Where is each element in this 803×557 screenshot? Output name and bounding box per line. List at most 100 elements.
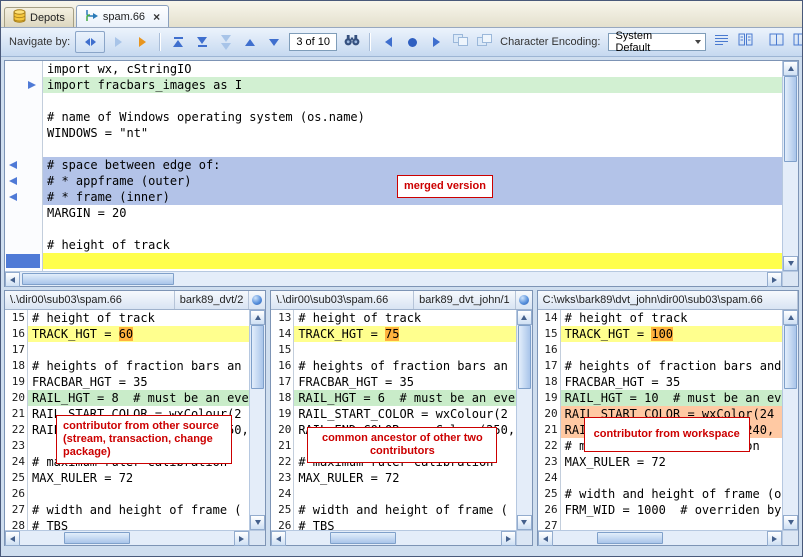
tab-depots[interactable]: Depots	[4, 7, 74, 27]
scroll-right-button[interactable]	[767, 272, 782, 287]
scrollbar-corner	[249, 530, 265, 545]
scrollbar-track[interactable]	[130, 531, 234, 545]
encoding-select[interactable]: System Default	[608, 33, 706, 51]
scroll-right-button[interactable]	[501, 531, 516, 546]
current-difference-button[interactable]	[401, 32, 423, 52]
tab-label: spam.66	[103, 11, 145, 23]
file-path: C:\wks\bark89\dvt_john\dir00\sub03\spam.…	[538, 291, 798, 309]
scrollbar-track[interactable]	[517, 389, 532, 515]
arrow-up-to-bar-icon	[173, 37, 183, 47]
vertical-scrollbar[interactable]	[782, 310, 798, 530]
previous-file-button[interactable]	[377, 32, 399, 52]
line-number: 19	[271, 406, 294, 422]
scroll-up-button[interactable]	[783, 61, 798, 76]
horizontal-scrollbar[interactable]	[538, 530, 782, 545]
line-number: 23	[271, 470, 294, 486]
previous-difference-button[interactable]	[239, 32, 261, 52]
line-number: 15	[538, 326, 561, 342]
scrollbar-thumb[interactable]	[64, 532, 130, 544]
line-number: 27	[5, 502, 28, 518]
scroll-right-icon	[772, 536, 777, 542]
close-tab-icon[interactable]: ×	[153, 12, 160, 22]
next-file-button[interactable]	[425, 32, 447, 52]
take-change-marker-icon[interactable]	[28, 81, 36, 89]
find-button[interactable]	[341, 32, 363, 52]
vertical-scrollbar[interactable]	[516, 310, 532, 530]
scroll-up-button[interactable]	[250, 310, 265, 325]
version-name: bark89_dvt_john/1	[414, 291, 516, 309]
scroll-down-button[interactable]	[783, 515, 798, 530]
code-line	[43, 253, 782, 269]
scroll-up-button[interactable]	[517, 310, 532, 325]
scroll-left-icon	[10, 536, 15, 542]
line-number: 16	[538, 342, 561, 358]
changed-value: 60	[119, 327, 133, 341]
scroll-left-button[interactable]	[5, 531, 20, 546]
scroll-down-button[interactable]	[250, 515, 265, 530]
next-conflict-button[interactable]	[215, 32, 237, 52]
code-line: import wx, cStringIO	[43, 61, 782, 77]
navigate-forward-button[interactable]	[107, 32, 129, 52]
scroll-left-button[interactable]	[538, 531, 553, 546]
scrollbar-thumb[interactable]	[784, 76, 797, 162]
vertical-scrollbar[interactable]	[249, 310, 265, 530]
code-line: 18# heights of fraction bars an	[5, 358, 249, 374]
scroll-down-button[interactable]	[517, 515, 532, 530]
scrollbar-track[interactable]	[783, 389, 798, 515]
encoding-value: System Default	[615, 30, 687, 54]
view-two-pane-button[interactable]	[734, 32, 756, 52]
scroll-up-button[interactable]	[783, 310, 798, 325]
horizontal-scrollbar[interactable]	[5, 271, 782, 286]
scroll-right-button[interactable]	[767, 531, 782, 546]
view-three-pane-button[interactable]	[789, 32, 803, 52]
scrollbar-track[interactable]	[396, 531, 500, 545]
merged-code-area[interactable]: import wx, cStringIOimport fracbars_imag…	[43, 61, 782, 271]
horizontal-scrollbar[interactable]	[5, 530, 249, 545]
last-difference-button[interactable]	[191, 32, 213, 52]
take-change-marker-icon[interactable]	[9, 161, 17, 169]
line-number: 20	[538, 406, 561, 422]
code-line: 25# width and height of frame (	[271, 502, 515, 518]
scroll-right-button[interactable]	[234, 531, 249, 546]
navigate-by-mode-button[interactable]	[75, 31, 105, 53]
navigate-jump-button[interactable]	[131, 32, 153, 52]
scrollbar-thumb[interactable]	[330, 532, 396, 544]
scrollbar-thumb[interactable]	[784, 325, 797, 389]
scrollbar-track[interactable]	[250, 389, 265, 515]
align-panes-button[interactable]	[449, 32, 471, 52]
first-difference-button[interactable]	[167, 32, 189, 52]
right-arrow-icon	[91, 38, 96, 46]
line-number: 20	[5, 390, 28, 406]
code-line: 15# height of track	[5, 310, 249, 326]
scrollbar-track[interactable]	[783, 162, 798, 256]
line-number: 25	[5, 470, 28, 486]
view-unified-button[interactable]	[710, 32, 732, 52]
scroll-left-button[interactable]	[5, 272, 20, 287]
take-change-marker-icon[interactable]	[9, 177, 17, 185]
sync-panes-button[interactable]	[473, 32, 495, 52]
scrollbar-thumb[interactable]	[251, 325, 264, 389]
difference-counter-input[interactable]	[289, 33, 337, 51]
scrollbar-thumb[interactable]	[22, 273, 174, 285]
arrow-left-icon	[385, 37, 392, 47]
take-change-marker-icon[interactable]	[9, 193, 17, 201]
scroll-down-button[interactable]	[783, 256, 798, 271]
code-line: 24	[271, 486, 515, 502]
horizontal-scrollbar[interactable]	[271, 530, 515, 545]
scroll-down-icon	[521, 520, 527, 525]
view-split-button[interactable]	[765, 32, 787, 52]
current-line-indicator	[6, 254, 40, 268]
scrollbar-track[interactable]	[663, 531, 767, 545]
vertical-scrollbar[interactable]	[782, 61, 798, 271]
scroll-left-button[interactable]	[271, 531, 286, 546]
code-line: 28# TBS	[5, 518, 249, 530]
next-difference-button[interactable]	[263, 32, 285, 52]
code-line: 19FRACBAR_HGT = 35	[5, 374, 249, 390]
code-line: # space between edge of:	[43, 157, 782, 173]
scrollbar-thumb[interactable]	[518, 325, 531, 389]
scrollbar-thumb[interactable]	[597, 532, 663, 544]
tab-spam66[interactable]: spam.66 ×	[76, 5, 169, 27]
code-area[interactable]: 13# height of track14TRACK_HGT = 751516#…	[271, 310, 515, 530]
scrollbar-track[interactable]	[174, 272, 767, 286]
binoculars-icon	[344, 33, 360, 51]
